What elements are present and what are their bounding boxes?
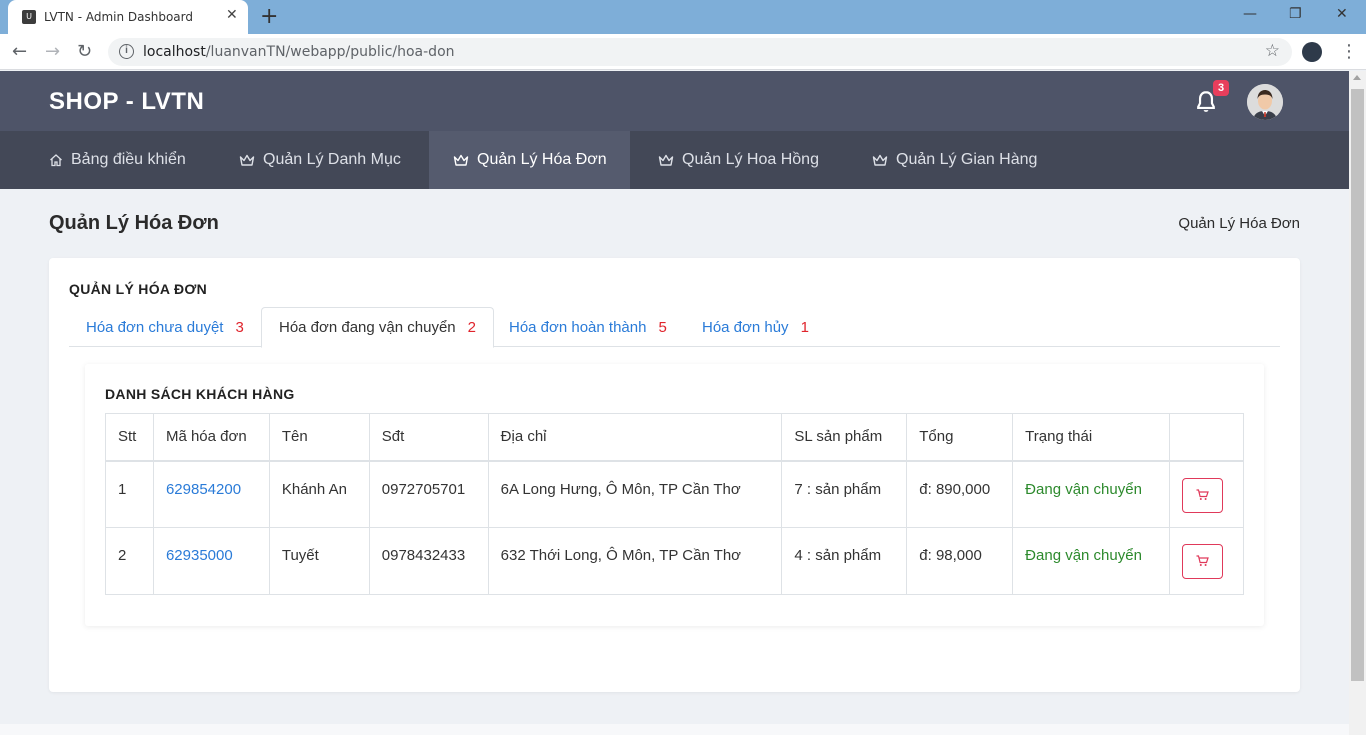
table-row: 1 629854200 Khánh An 0972705701 6A Long … bbox=[105, 460, 1244, 528]
cart-button[interactable] bbox=[1182, 544, 1224, 579]
tab-count: 2 bbox=[467, 319, 476, 336]
close-window-icon[interactable]: ✕ bbox=[1336, 6, 1348, 22]
tab-title: LVTN - Admin Dashboard bbox=[44, 10, 194, 24]
url-field[interactable]: i localhost/luanvanTN/webapp/public/hoa-… bbox=[108, 38, 1292, 66]
card-title: QUẢN LÝ HÓA ĐƠN bbox=[69, 281, 208, 297]
tab-count: 1 bbox=[800, 318, 809, 336]
cell-action bbox=[1169, 527, 1244, 595]
nav-item-categories[interactable]: Quản Lý Danh Mục bbox=[239, 131, 401, 189]
tab-cancelled[interactable]: Hóa đơn hủy 1 bbox=[685, 307, 826, 347]
tab-label: Hóa đơn hoàn thành bbox=[509, 318, 647, 336]
address-bar: ← → ↻ i localhost/luanvanTN/webapp/publi… bbox=[0, 34, 1366, 70]
notification-badge: 3 bbox=[1213, 80, 1229, 96]
cell-name: Tuyết bbox=[268, 527, 370, 595]
table-header-row: Stt Mã hóa đơn Tên Sđt Địa chỉ SL sản ph… bbox=[105, 413, 1244, 462]
cell-address: 6A Long Hưng, Ô Môn, TP Cần Thơ bbox=[487, 460, 783, 528]
page-title: Quản Lý Hóa Đơn bbox=[49, 212, 219, 234]
cart-icon bbox=[1196, 488, 1209, 500]
scrollbar-thumb[interactable] bbox=[1351, 89, 1364, 681]
close-tab-icon[interactable]: ✕ bbox=[226, 7, 238, 23]
invoice-tabs: Hóa đơn chưa duyệt 3 Hóa đơn đang vận ch… bbox=[69, 307, 1280, 348]
cell-action bbox=[1169, 460, 1244, 528]
crown-icon bbox=[239, 154, 255, 166]
scroll-up-icon[interactable] bbox=[1353, 75, 1361, 80]
main-nav: Bảng điều khiển Quản Lý Danh Mục Quản Lý… bbox=[0, 131, 1349, 189]
info-icon[interactable]: i bbox=[119, 44, 134, 59]
cell-quantity: 7 : sản phẩm bbox=[781, 460, 908, 528]
home-icon bbox=[50, 154, 62, 167]
cell-status: Đang vận chuyển bbox=[1012, 460, 1171, 528]
app-header: SHOP - LVTN 3 bbox=[0, 71, 1349, 131]
restore-icon[interactable]: ❐ bbox=[1289, 6, 1302, 22]
column-header: Sđt bbox=[368, 413, 489, 462]
brand-logo[interactable]: SHOP - LVTN bbox=[49, 88, 204, 116]
invoice-code-link[interactable]: 62935000 bbox=[152, 527, 270, 595]
nav-item-invoices[interactable]: Quản Lý Hóa Đơn bbox=[429, 131, 630, 189]
invoice-card: QUẢN LÝ HÓA ĐƠN Hóa đơn chưa duyệt 3 Hóa… bbox=[49, 258, 1300, 692]
invoice-code-link[interactable]: 629854200 bbox=[152, 460, 270, 528]
nav-item-label: Quản Lý Gian Hàng bbox=[896, 151, 1038, 168]
nav-item-label: Bảng điều khiển bbox=[71, 151, 186, 168]
column-header: Mã hóa đơn bbox=[152, 413, 270, 462]
cell-phone: 0978432433 bbox=[368, 527, 489, 595]
table-row: 2 62935000 Tuyết 0978432433 632 Thới Lon… bbox=[105, 527, 1244, 595]
cell-phone: 0972705701 bbox=[368, 460, 489, 528]
column-header bbox=[1169, 413, 1244, 462]
page-scrollbar[interactable] bbox=[1349, 71, 1366, 735]
footer-band bbox=[0, 724, 1349, 735]
bookmark-star-icon[interactable]: ☆ bbox=[1265, 41, 1280, 61]
tab-count: 5 bbox=[658, 318, 667, 336]
cell-quantity: 4 : sản phẩm bbox=[781, 527, 908, 595]
favicon-icon: U bbox=[22, 10, 36, 24]
extension-icon[interactable] bbox=[1302, 42, 1322, 62]
browser-tabbar: U LVTN - Admin Dashboard ✕ + — ❐ ✕ bbox=[0, 0, 1366, 34]
crown-icon bbox=[453, 154, 469, 166]
nav-item-stores[interactable]: Quản Lý Gian Hàng bbox=[872, 131, 1037, 189]
list-title: DANH SÁCH KHÁCH HÀNG bbox=[105, 386, 295, 402]
cell-stt: 1 bbox=[105, 460, 154, 528]
avatar[interactable] bbox=[1247, 84, 1283, 120]
nav-item-commission[interactable]: Quản Lý Hoa Hồng bbox=[658, 131, 819, 189]
cell-stt: 2 bbox=[105, 527, 154, 595]
cell-address: 632 Thới Long, Ô Môn, TP Cần Thơ bbox=[487, 527, 783, 595]
forward-icon[interactable]: → bbox=[45, 41, 60, 62]
nav-item-dashboard[interactable]: Bảng điều khiển bbox=[49, 131, 186, 189]
tab-label: Hóa đơn chưa duyệt bbox=[86, 318, 224, 336]
cart-icon bbox=[1196, 555, 1209, 566]
column-header: Tổng bbox=[906, 413, 1014, 462]
tab-count: 3 bbox=[235, 318, 244, 336]
new-tab-icon[interactable]: + bbox=[260, 4, 278, 29]
nav-item-label: Quản Lý Danh Mục bbox=[263, 151, 401, 168]
tab-shipping[interactable]: Hóa đơn đang vận chuyển 2 bbox=[261, 307, 494, 348]
crown-icon bbox=[658, 154, 674, 166]
cell-total: đ: 98,000 bbox=[906, 527, 1014, 595]
tab-label: Hóa đơn đang vận chuyển bbox=[279, 319, 456, 336]
cart-button[interactable] bbox=[1182, 477, 1224, 513]
user-avatar-icon bbox=[1247, 84, 1283, 120]
invoice-table: Stt Mã hóa đơn Tên Sđt Địa chỉ SL sản ph… bbox=[105, 413, 1244, 595]
reload-icon[interactable]: ↻ bbox=[77, 41, 92, 62]
minimize-icon[interactable]: — bbox=[1243, 6, 1257, 22]
cell-total: đ: 890,000 bbox=[906, 460, 1014, 528]
column-header: Stt bbox=[105, 413, 154, 462]
tab-pending[interactable]: Hóa đơn chưa duyệt 3 bbox=[69, 307, 261, 347]
column-header: SL sản phẩm bbox=[781, 413, 908, 462]
column-header: Địa chỉ bbox=[487, 413, 783, 462]
tab-completed[interactable]: Hóa đơn hoàn thành 5 bbox=[492, 307, 684, 347]
cell-name: Khánh An bbox=[268, 460, 370, 528]
column-header: Tên bbox=[268, 413, 370, 462]
nav-item-label: Quản Lý Hóa Đơn bbox=[477, 151, 607, 168]
crown-icon bbox=[872, 154, 888, 166]
browser-menu-icon[interactable]: ⋮ bbox=[1340, 41, 1358, 62]
cell-status: Đang vận chuyển bbox=[1012, 527, 1171, 595]
customer-list-panel: DANH SÁCH KHÁCH HÀNG Stt Mã hóa đơn Tên … bbox=[85, 364, 1264, 626]
breadcrumb: Quản Lý Hóa Đơn bbox=[1178, 215, 1300, 232]
url-text: localhost/luanvanTN/webapp/public/hoa-do… bbox=[143, 44, 455, 60]
browser-tab[interactable]: U LVTN - Admin Dashboard ✕ bbox=[8, 0, 248, 34]
nav-item-label: Quản Lý Hoa Hồng bbox=[682, 151, 819, 168]
tab-label: Hóa đơn hủy bbox=[702, 318, 789, 336]
back-icon[interactable]: ← bbox=[12, 41, 27, 62]
column-header: Trạng thái bbox=[1012, 413, 1171, 462]
